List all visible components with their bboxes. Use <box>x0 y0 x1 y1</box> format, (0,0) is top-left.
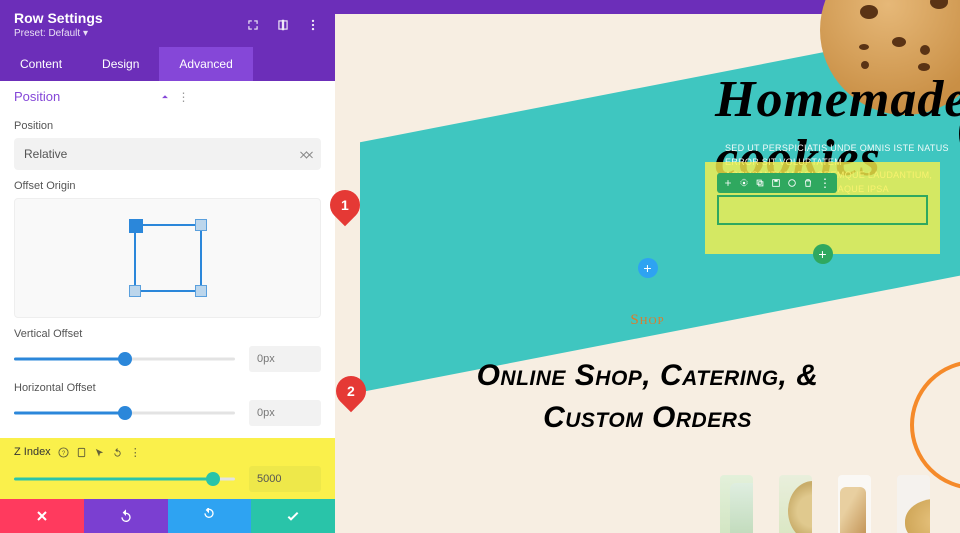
section-position-label: Position <box>14 89 158 104</box>
row-duplicate-icon[interactable] <box>755 178 765 188</box>
selected-row[interactable]: ⋮ + <box>705 162 940 254</box>
panel-body: Position ⋮ Position Relative Offset Orig… <box>0 81 335 499</box>
section-more-icon[interactable]: ⋮ <box>178 91 322 103</box>
zindex-label: Z Index <box>14 446 51 458</box>
horizontal-offset-slider[interactable] <box>14 403 235 423</box>
origin-top-right-handle[interactable] <box>195 219 207 231</box>
product-card-1[interactable] <box>720 475 753 533</box>
shop-eyebrow: Shop <box>335 312 960 329</box>
panel-title: Row Settings <box>14 10 103 26</box>
more-icon[interactable] <box>305 17 321 33</box>
zindex-block: Z Index ? ⋮ <box>0 438 335 499</box>
expand-icon[interactable] <box>245 17 261 33</box>
discard-button[interactable] <box>0 499 84 533</box>
vertical-offset-slider[interactable] <box>14 349 235 369</box>
page-preview: Homemade cookies Sed ut perspiciatis und… <box>335 0 960 533</box>
vertical-offset-input[interactable]: 0px <box>249 346 321 372</box>
tab-design[interactable]: Design <box>82 47 159 81</box>
product-card-4[interactable] <box>897 475 930 533</box>
reset-icon[interactable] <box>112 447 123 458</box>
panel-footer <box>0 499 335 533</box>
vertical-offset-label: Vertical Offset <box>14 328 321 340</box>
position-select[interactable]: Relative <box>14 138 321 170</box>
save-button[interactable] <box>251 499 335 533</box>
tab-content[interactable]: Content <box>0 47 82 81</box>
offset-origin-picker[interactable] <box>14 198 321 318</box>
snap-icon[interactable] <box>275 17 291 33</box>
product-cards: ⋯ <box>720 475 930 533</box>
panel-preset[interactable]: Preset: Default ▾ <box>14 28 231 39</box>
row-color-icon[interactable] <box>787 178 797 188</box>
zindex-input[interactable] <box>249 466 321 492</box>
product-card-3[interactable]: ⋯ <box>838 475 871 533</box>
origin-bottom-right-handle[interactable] <box>195 285 207 297</box>
horizontal-offset-label: Horizontal Offset <box>14 382 321 394</box>
chevron-up-icon <box>158 90 172 104</box>
product-card-2[interactable] <box>779 475 812 533</box>
panel-header: Row Settings Preset: Default ▾ <box>0 0 335 47</box>
horizontal-offset-input[interactable]: 0px <box>249 400 321 426</box>
panel-title-block: Row Settings Preset: Default ▾ <box>14 10 231 39</box>
row-save-icon[interactable] <box>771 178 781 188</box>
vertical-offset-row: 0px <box>14 346 321 372</box>
row-delete-icon[interactable] <box>803 178 813 188</box>
zindex-slider[interactable] <box>14 469 235 489</box>
origin-square <box>134 224 202 292</box>
zindex-field[interactable] <box>257 473 313 485</box>
zindex-head: Z Index ? ⋮ <box>14 446 321 458</box>
position-label: Position <box>14 120 321 132</box>
hover-icon[interactable] <box>94 447 105 458</box>
row-more-icon[interactable]: ⋮ <box>819 177 831 189</box>
redo-button[interactable] <box>168 499 252 533</box>
settings-panel: Row Settings Preset: Default ▾ Content D… <box>0 0 335 533</box>
horizontal-offset-row: 0px <box>14 400 321 426</box>
row-settings-icon[interactable] <box>739 178 749 188</box>
undo-button[interactable] <box>84 499 168 533</box>
zindex-row <box>14 466 321 492</box>
offset-origin-label: Offset Origin <box>14 180 321 192</box>
column-outline[interactable] <box>717 195 928 225</box>
help-icon[interactable]: ? <box>58 447 69 458</box>
section-position-head[interactable]: Position ⋮ <box>14 81 321 110</box>
row-toolbar: ⋮ <box>717 173 837 193</box>
row-add-icon[interactable] <box>723 178 733 188</box>
add-row-button[interactable]: + <box>813 244 833 264</box>
card-menu-icon[interactable]: ⋯ <box>844 529 864 533</box>
origin-top-left-handle[interactable] <box>129 219 143 233</box>
tab-advanced[interactable]: Advanced <box>159 47 252 81</box>
shop-title: Online Shop, Catering, & Custom Orders <box>335 355 960 439</box>
add-section-button[interactable]: + <box>638 258 658 278</box>
zindex-more-icon[interactable]: ⋮ <box>130 447 141 458</box>
origin-bottom-left-handle[interactable] <box>129 285 141 297</box>
responsive-icon[interactable] <box>76 447 87 458</box>
svg-text:?: ? <box>62 450 66 456</box>
panel-tabs: Content Design Advanced <box>0 47 335 81</box>
position-value: Relative <box>24 147 67 161</box>
